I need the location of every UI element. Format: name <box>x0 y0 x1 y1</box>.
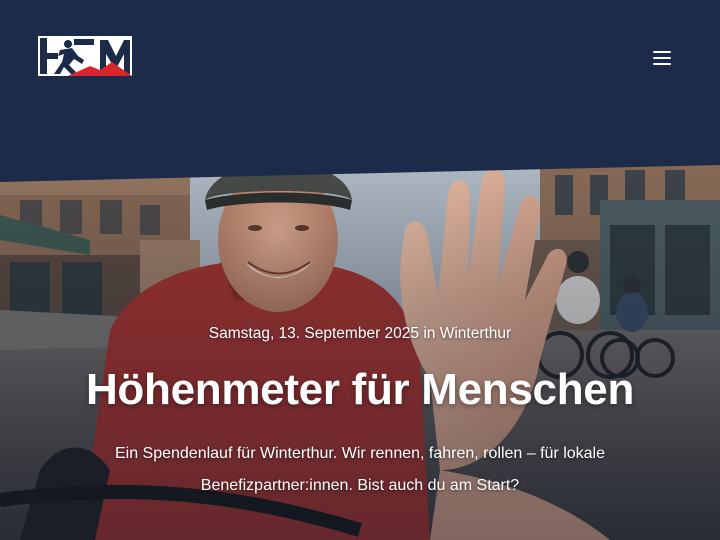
menu-bar-bottom <box>653 63 671 65</box>
header-background <box>0 0 720 182</box>
site-header <box>0 0 720 182</box>
hfm-runner-logo-icon[interactable] <box>38 36 132 76</box>
hero-content: Samstag, 13. September 2025 in Winterthu… <box>0 316 720 502</box>
menu-bar-middle <box>653 57 671 59</box>
hero-title: Höhenmeter für Menschen <box>85 365 635 414</box>
hamburger-menu-icon[interactable] <box>646 44 678 72</box>
hero-intro-text: Ein Spendenlauf für Winterthur. Wir renn… <box>114 445 606 494</box>
event-date: Samstag, 13. September 2025 in Winterthu… <box>208 325 512 342</box>
menu-bar-top <box>653 51 671 53</box>
